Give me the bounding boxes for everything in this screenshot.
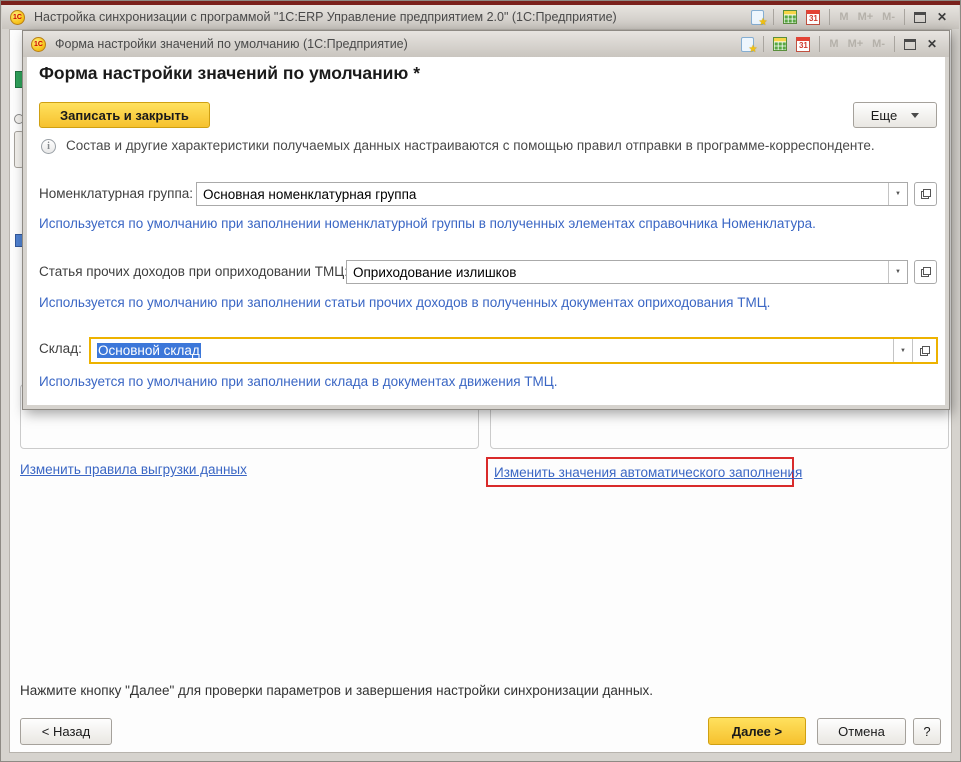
open-value-button[interactable] <box>914 260 937 284</box>
dialog-heading: Форма настройки значений по умолчанию * <box>39 63 420 84</box>
warehouse-hint: Используется по умолчанию при заполнении… <box>39 374 933 389</box>
dropdown-arrow-icon[interactable] <box>888 183 907 205</box>
selected-text: Основной склад <box>97 343 201 358</box>
background-window-title: Настройка синхронизации с программой "1C… <box>34 10 751 24</box>
nomenclature-group-label: Номенклатурная группа: <box>39 182 193 206</box>
toolbar-separator <box>829 9 830 25</box>
wizard-instruction-text: Нажмите кнопку "Далее" для проверки пара… <box>20 683 653 698</box>
field-value: Оприходование излишков <box>347 265 888 280</box>
info-text: Состав и другие характеристики получаемы… <box>66 138 875 155</box>
toolbar-separator <box>894 36 895 52</box>
other-income-item-hint: Используется по умолчанию при заполнении… <box>39 295 933 310</box>
info-icon <box>41 139 56 154</box>
toolbar-separator <box>819 36 820 52</box>
next-button[interactable]: Далее > <box>708 717 806 745</box>
field-value: Основная номенклатурная группа <box>197 187 888 202</box>
dropdown-arrow-icon[interactable] <box>893 339 912 362</box>
open-list-icon <box>920 266 932 278</box>
dialog-titlebar-toolbar: 31 М М+ М- <box>741 36 949 52</box>
highlight-rectangle: Изменить значения автоматического заполн… <box>486 457 794 487</box>
warehouse-field[interactable]: Основной склад <box>89 337 938 364</box>
calculator-icon[interactable] <box>773 37 787 51</box>
favorites-icon[interactable] <box>741 37 754 52</box>
memory-button: М <box>829 39 838 50</box>
calendar-icon[interactable]: 31 <box>806 10 820 25</box>
other-income-item-field[interactable]: Оприходование излишков <box>346 260 908 284</box>
favorites-icon[interactable] <box>751 10 764 25</box>
memory-button: М <box>839 12 848 23</box>
chevron-down-icon <box>911 113 919 118</box>
open-value-button[interactable] <box>914 182 937 206</box>
memory-minus-button: М- <box>872 39 885 50</box>
more-button[interactable]: Еще <box>853 102 937 128</box>
memory-plus-button: М+ <box>858 12 874 23</box>
close-icon[interactable] <box>925 37 939 51</box>
dropdown-arrow-icon[interactable] <box>888 261 907 283</box>
1c-logo-icon: 1С <box>10 10 25 25</box>
back-button[interactable]: < Назад <box>20 718 112 745</box>
info-banner: Состав и другие характеристики получаемы… <box>41 138 933 155</box>
nomenclature-group-field[interactable]: Основная номенклатурная группа <box>196 182 908 206</box>
background-titlebar: 1С Настройка синхронизации с программой … <box>2 5 959 29</box>
change-export-rules-link[interactable]: Изменить правила выгрузки данных <box>20 462 247 477</box>
maximize-icon[interactable] <box>904 39 916 50</box>
toolbar-separator <box>773 9 774 25</box>
cancel-button[interactable]: Отмена <box>817 718 906 745</box>
titlebar-toolbar: 31 М М+ М- <box>751 9 959 25</box>
calculator-icon[interactable] <box>783 10 797 24</box>
calendar-icon[interactable]: 31 <box>796 37 810 52</box>
memory-minus-button: М- <box>882 12 895 23</box>
toolbar-separator <box>763 36 764 52</box>
more-button-label: Еще <box>871 108 897 123</box>
warehouse-label: Склад: <box>39 337 82 361</box>
other-income-item-label: Статья прочих доходов при оприходовании … <box>39 260 348 284</box>
save-and-close-button[interactable]: Записать и закрыть <box>39 102 210 128</box>
open-list-icon <box>919 345 931 357</box>
1c-logo-icon: 1С <box>31 37 46 52</box>
memory-plus-button: М+ <box>848 39 864 50</box>
close-icon[interactable] <box>935 10 949 24</box>
dialog-window-title: Форма настройки значений по умолчанию (1… <box>55 37 741 51</box>
help-button[interactable]: ? <box>913 718 941 745</box>
default-values-dialog: 1С Форма настройки значений по умолчанию… <box>22 30 950 410</box>
change-autofill-values-link[interactable]: Изменить значения автоматического заполн… <box>494 465 802 480</box>
toolbar-separator <box>904 9 905 25</box>
maximize-icon[interactable] <box>914 12 926 23</box>
open-list-icon <box>920 188 932 200</box>
dialog-titlebar: 1С Форма настройки значений по умолчанию… <box>23 31 949 57</box>
field-value: Основной склад <box>91 343 893 358</box>
open-value-button[interactable] <box>912 339 936 362</box>
nomenclature-group-hint: Используется по умолчанию при заполнении… <box>39 216 933 231</box>
